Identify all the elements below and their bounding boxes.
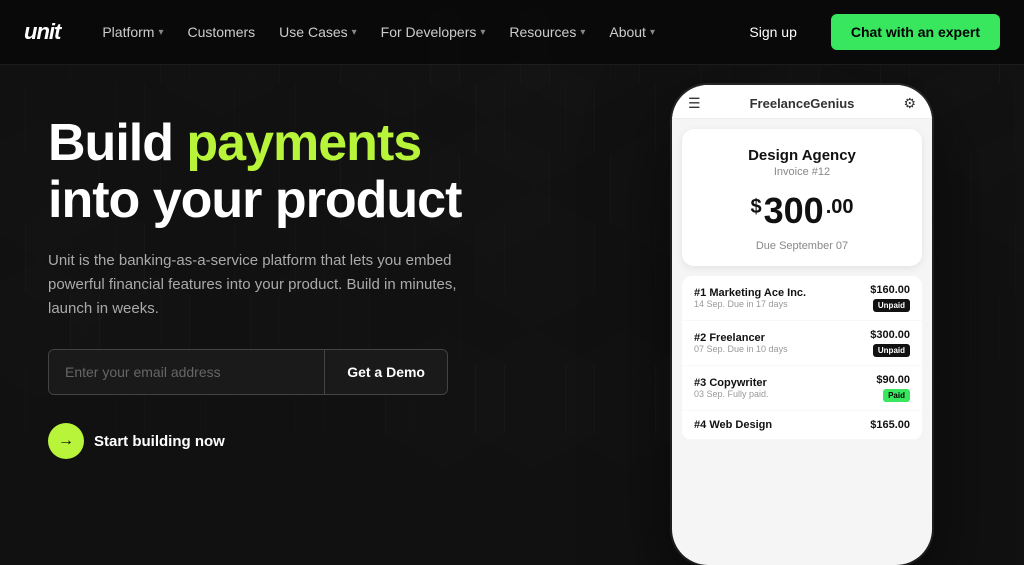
nav-actions: Sign up Chat with an expert	[731, 14, 1000, 50]
chevron-down-icon: ▾	[158, 27, 163, 38]
item-amount: $90.00	[876, 374, 910, 386]
invoice-number: Invoice #12	[698, 166, 906, 178]
nav-item-use-cases[interactable]: Use Cases ▾	[269, 18, 367, 46]
signup-button[interactable]: Sign up	[731, 16, 814, 48]
amount-cents: .00	[826, 196, 854, 219]
hero-title: Build payments into your product	[48, 115, 532, 229]
email-input[interactable]	[49, 350, 324, 394]
invoice-amount: $ 300 .00	[698, 190, 906, 232]
status-badge: Unpaid	[873, 344, 910, 357]
chat-expert-button[interactable]: Chat with an expert	[831, 14, 1000, 50]
invoice-company: Design Agency	[698, 147, 906, 164]
amount-whole: 300	[764, 190, 824, 232]
hero-section: Build payments into your product Unit is…	[0, 65, 580, 512]
phone-mockup-container: ☰ FreelanceGenius ⚙ Design Agency Invoic…	[580, 65, 1024, 512]
invoice-list: #1 Marketing Ace Inc. 14 Sep. Due in 17 …	[682, 276, 922, 440]
item-date: 03 Sep. Fully paid.	[694, 389, 769, 399]
app-name: FreelanceGenius	[750, 96, 855, 111]
main-content: Build payments into your product Unit is…	[0, 65, 1024, 512]
item-amount: $165.00	[870, 419, 910, 431]
logo: unit	[24, 19, 60, 45]
nav-item-platform[interactable]: Platform ▾	[92, 18, 173, 46]
hamburger-icon: ☰	[688, 95, 701, 112]
list-item: #4 Web Design $165.00	[682, 411, 922, 439]
invoice-due-date: Due September 07	[698, 240, 906, 252]
item-amount: $160.00	[870, 284, 910, 296]
start-building-link[interactable]: → Start building now	[48, 423, 532, 459]
demo-button[interactable]: Get a Demo	[324, 350, 447, 394]
currency-symbol: $	[750, 196, 761, 219]
arrow-right-icon: →	[48, 423, 84, 459]
chevron-down-icon: ▾	[650, 27, 655, 38]
nav-item-customers[interactable]: Customers	[177, 18, 265, 46]
item-name: #1 Marketing Ace Inc.	[694, 287, 806, 299]
list-item: #1 Marketing Ace Inc. 14 Sep. Due in 17 …	[682, 276, 922, 320]
item-amount: $300.00	[870, 329, 910, 341]
item-name: #3 Copywriter	[694, 377, 769, 389]
list-item: #2 Freelancer 07 Sep. Due in 10 days $30…	[682, 321, 922, 365]
chevron-down-icon: ▾	[580, 27, 585, 38]
email-form: Get a Demo	[48, 349, 448, 395]
chevron-down-icon: ▾	[480, 27, 485, 38]
status-badge: Unpaid	[873, 299, 910, 312]
nav-item-resources[interactable]: Resources ▾	[499, 18, 595, 46]
start-building-label: Start building now	[94, 433, 225, 450]
phone-mockup: ☰ FreelanceGenius ⚙ Design Agency Invoic…	[672, 85, 932, 565]
invoice-card: Design Agency Invoice #12 $ 300 .00 Due …	[682, 129, 922, 266]
list-item: #3 Copywriter 03 Sep. Fully paid. $90.00…	[682, 366, 922, 410]
navbar: unit Platform ▾ Customers Use Cases ▾ Fo…	[0, 0, 1024, 65]
item-date: 14 Sep. Due in 17 days	[694, 299, 806, 309]
item-date: 07 Sep. Due in 10 days	[694, 344, 788, 354]
item-name: #2 Freelancer	[694, 332, 788, 344]
nav-links: Platform ▾ Customers Use Cases ▾ For Dev…	[92, 18, 731, 46]
status-badge: Paid	[883, 389, 910, 402]
nav-item-developers[interactable]: For Developers ▾	[371, 18, 496, 46]
phone-status-bar: ☰ FreelanceGenius ⚙	[672, 85, 932, 119]
chevron-down-icon: ▾	[352, 27, 357, 38]
item-name: #4 Web Design	[694, 419, 772, 431]
hero-subtitle: Unit is the banking-as-a-service platfor…	[48, 249, 468, 321]
gear-icon: ⚙	[903, 95, 916, 112]
nav-item-about[interactable]: About ▾	[599, 18, 665, 46]
